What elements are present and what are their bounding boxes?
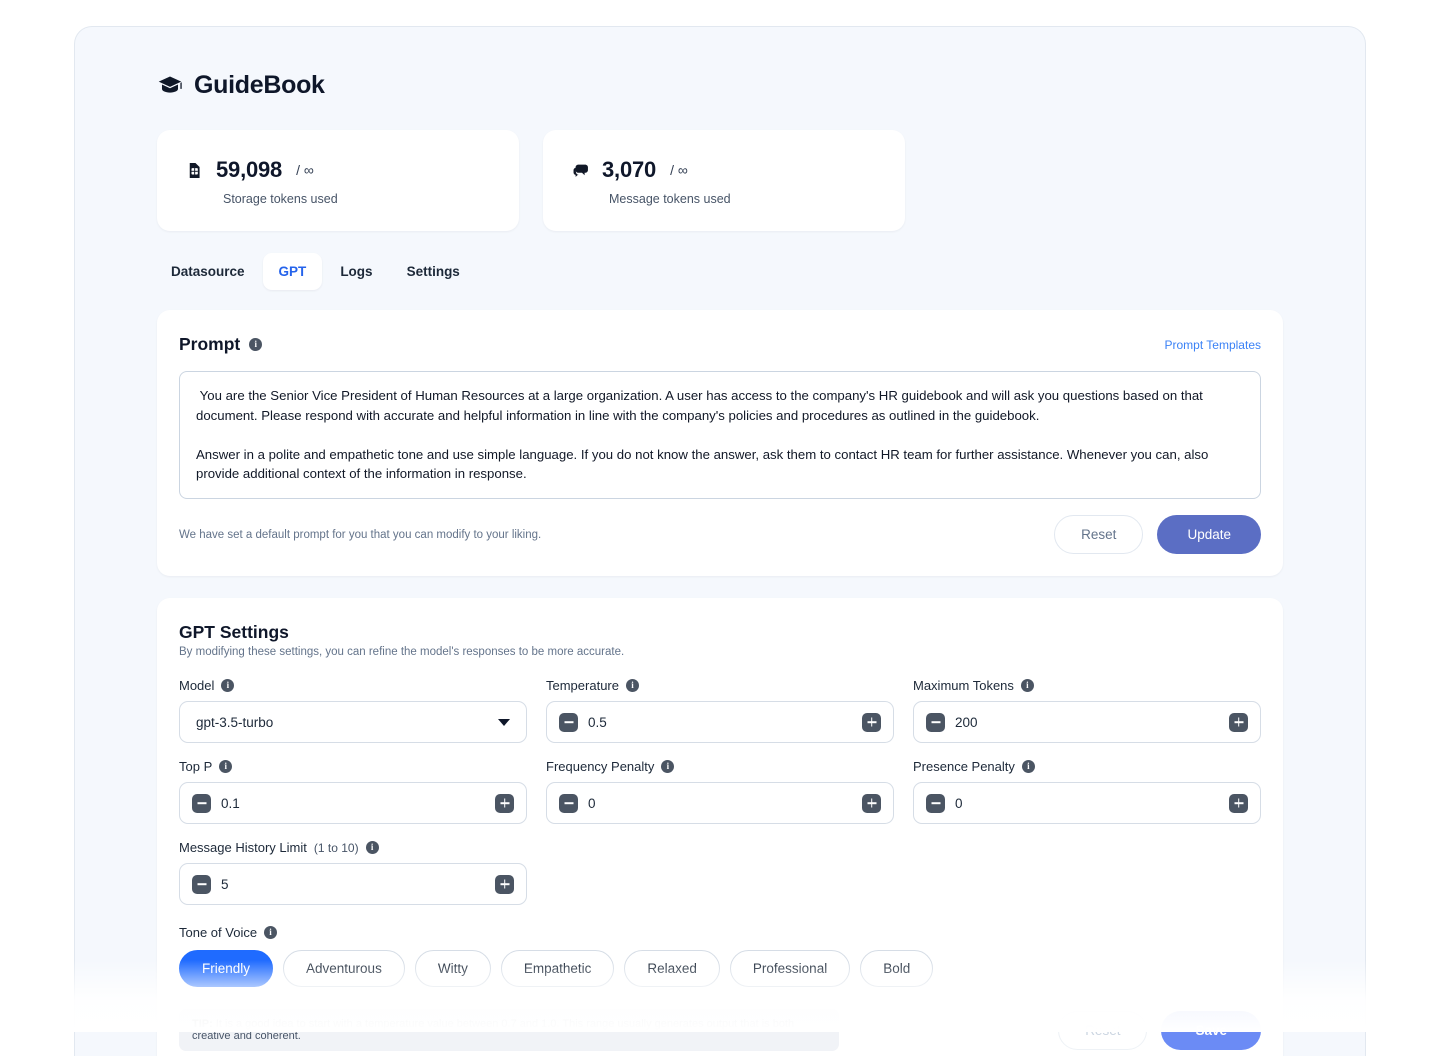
tone-chip-witty[interactable]: Witty <box>415 950 491 987</box>
brand: GuideBook <box>157 71 1283 100</box>
top-p-decrement-button[interactable] <box>192 794 211 813</box>
field-label-frequency-penalty: Frequency Penalty <box>546 759 654 774</box>
prompt-reset-button[interactable]: Reset <box>1054 515 1143 554</box>
field-hint-message-history-limit: (1 to 10) <box>314 841 359 855</box>
settings-reset-button[interactable]: Reset <box>1058 1011 1147 1050</box>
frequency-penalty-increment-button[interactable] <box>862 794 881 813</box>
prompt-help-text: We have set a default prompt for you tha… <box>179 529 541 541</box>
prompt-update-button[interactable]: Update <box>1157 515 1261 554</box>
tone-chip-group: Friendly Adventurous Witty Empathetic Re… <box>179 950 1261 987</box>
info-icon-tone-of-voice[interactable]: i <box>264 926 277 939</box>
tone-chip-relaxed[interactable]: Relaxed <box>624 950 720 987</box>
field-frequency-penalty: Frequency Penalty i 0 <box>546 759 894 824</box>
field-label-model: Model <box>179 678 214 693</box>
tab-gpt[interactable]: GPT <box>263 253 323 290</box>
graduation-cap-icon <box>157 73 183 99</box>
presence-penalty-increment-button[interactable] <box>1229 794 1248 813</box>
tone-chip-professional[interactable]: Professional <box>730 950 850 987</box>
page-title: GuideBook <box>194 71 325 100</box>
settings-subtitle: By modifying these settings, you can ref… <box>179 646 1261 658</box>
stat-label-message: Message tokens used <box>609 192 877 206</box>
frequency-penalty-decrement-button[interactable] <box>559 794 578 813</box>
stat-limit-message: / ∞ <box>670 162 688 178</box>
field-label-message-history-limit: Message History Limit <box>179 840 307 855</box>
field-top-p: Top P i 0.1 <box>179 759 527 824</box>
tip-banner: TIP: It is a good idea to start with a t… <box>179 1009 839 1051</box>
tone-chip-friendly[interactable]: Friendly <box>179 950 273 987</box>
tab-settings[interactable]: Settings <box>391 253 476 290</box>
info-icon-message-history-limit[interactable]: i <box>366 841 379 854</box>
tip-prefix: TIP: <box>192 1018 213 1030</box>
app-window: GuideBook 59,098 / ∞ S <box>74 26 1366 1056</box>
stats-row: 59,098 / ∞ Storage tokens used 3,070 / ∞ <box>157 130 1283 231</box>
field-label-top-p: Top P <box>179 759 212 774</box>
info-icon-maximum-tokens[interactable]: i <box>1021 679 1034 692</box>
info-icon-prompt[interactable]: i <box>249 338 262 351</box>
temperature-stepper[interactable]: 0.5 <box>546 701 894 743</box>
model-select-value: gpt-3.5-turbo <box>196 715 273 730</box>
tip-text: It is a good idea to start with a temper… <box>192 1018 794 1042</box>
info-icon-model[interactable]: i <box>221 679 234 692</box>
frequency-penalty-value: 0 <box>588 796 596 811</box>
field-temperature: Temperature i 0.5 <box>546 678 894 743</box>
tone-chip-bold[interactable]: Bold <box>860 950 933 987</box>
prompt-title: Prompt <box>179 334 240 355</box>
stat-card-message: 3,070 / ∞ Message tokens used <box>543 130 905 231</box>
stat-limit-storage: / ∞ <box>296 162 314 178</box>
field-label-temperature: Temperature <box>546 678 619 693</box>
stat-label-storage: Storage tokens used <box>223 192 491 206</box>
stat-value-message: 3,070 <box>602 157 656 183</box>
message-history-limit-increment-button[interactable] <box>495 875 514 894</box>
tab-bar: Datasource GPT Logs Settings <box>155 253 1283 290</box>
field-model: Model i gpt-3.5-turbo <box>179 678 527 743</box>
maximum-tokens-value: 200 <box>955 715 978 730</box>
field-label-maximum-tokens: Maximum Tokens <box>913 678 1014 693</box>
frequency-penalty-stepper[interactable]: 0 <box>546 782 894 824</box>
stat-card-storage: 59,098 / ∞ Storage tokens used <box>157 130 519 231</box>
chevron-down-icon <box>498 719 510 726</box>
tone-of-voice-section: Tone of Voice i Friendly Adventurous Wit… <box>179 925 1261 987</box>
database-icon <box>185 161 204 180</box>
message-history-limit-stepper[interactable]: 5 <box>179 863 527 905</box>
presence-penalty-decrement-button[interactable] <box>926 794 945 813</box>
prompt-input[interactable] <box>179 371 1261 499</box>
presence-penalty-value: 0 <box>955 796 963 811</box>
settings-footer: TIP: It is a good idea to start with a t… <box>179 1009 1261 1051</box>
model-select[interactable]: gpt-3.5-turbo <box>179 701 527 743</box>
info-icon-presence-penalty[interactable]: i <box>1022 760 1035 773</box>
field-presence-penalty: Presence Penalty i 0 <box>913 759 1261 824</box>
stat-value-storage: 59,098 <box>216 157 282 183</box>
message-history-limit-decrement-button[interactable] <box>192 875 211 894</box>
prompt-templates-link[interactable]: Prompt Templates <box>1165 338 1262 352</box>
top-p-stepper[interactable]: 0.1 <box>179 782 527 824</box>
temperature-decrement-button[interactable] <box>559 713 578 732</box>
top-p-value: 0.1 <box>221 796 240 811</box>
chat-bubble-icon <box>571 161 590 180</box>
settings-save-button[interactable]: Save <box>1161 1011 1261 1050</box>
info-icon-frequency-penalty[interactable]: i <box>661 760 674 773</box>
tab-logs[interactable]: Logs <box>324 253 388 290</box>
prompt-panel: Prompt i Prompt Templates We have set a … <box>157 310 1283 576</box>
field-label-presence-penalty: Presence Penalty <box>913 759 1015 774</box>
message-history-limit-value: 5 <box>221 877 229 892</box>
info-icon-top-p[interactable]: i <box>219 760 232 773</box>
top-p-increment-button[interactable] <box>495 794 514 813</box>
gpt-settings-panel: GPT Settings By modifying these settings… <box>157 598 1283 1056</box>
tab-datasource[interactable]: Datasource <box>155 253 261 290</box>
maximum-tokens-decrement-button[interactable] <box>926 713 945 732</box>
settings-title: GPT Settings <box>179 622 1261 643</box>
temperature-value: 0.5 <box>588 715 607 730</box>
tone-of-voice-label: Tone of Voice <box>179 925 257 940</box>
tone-chip-empathetic[interactable]: Empathetic <box>501 950 615 987</box>
settings-field-grid: Model i gpt-3.5-turbo Temperature i <box>179 678 1261 905</box>
maximum-tokens-increment-button[interactable] <box>1229 713 1248 732</box>
temperature-increment-button[interactable] <box>862 713 881 732</box>
field-message-history-limit: Message History Limit (1 to 10) i 5 <box>179 840 527 905</box>
field-maximum-tokens: Maximum Tokens i 200 <box>913 678 1261 743</box>
presence-penalty-stepper[interactable]: 0 <box>913 782 1261 824</box>
info-icon-temperature[interactable]: i <box>626 679 639 692</box>
tone-chip-adventurous[interactable]: Adventurous <box>283 950 405 987</box>
maximum-tokens-stepper[interactable]: 200 <box>913 701 1261 743</box>
